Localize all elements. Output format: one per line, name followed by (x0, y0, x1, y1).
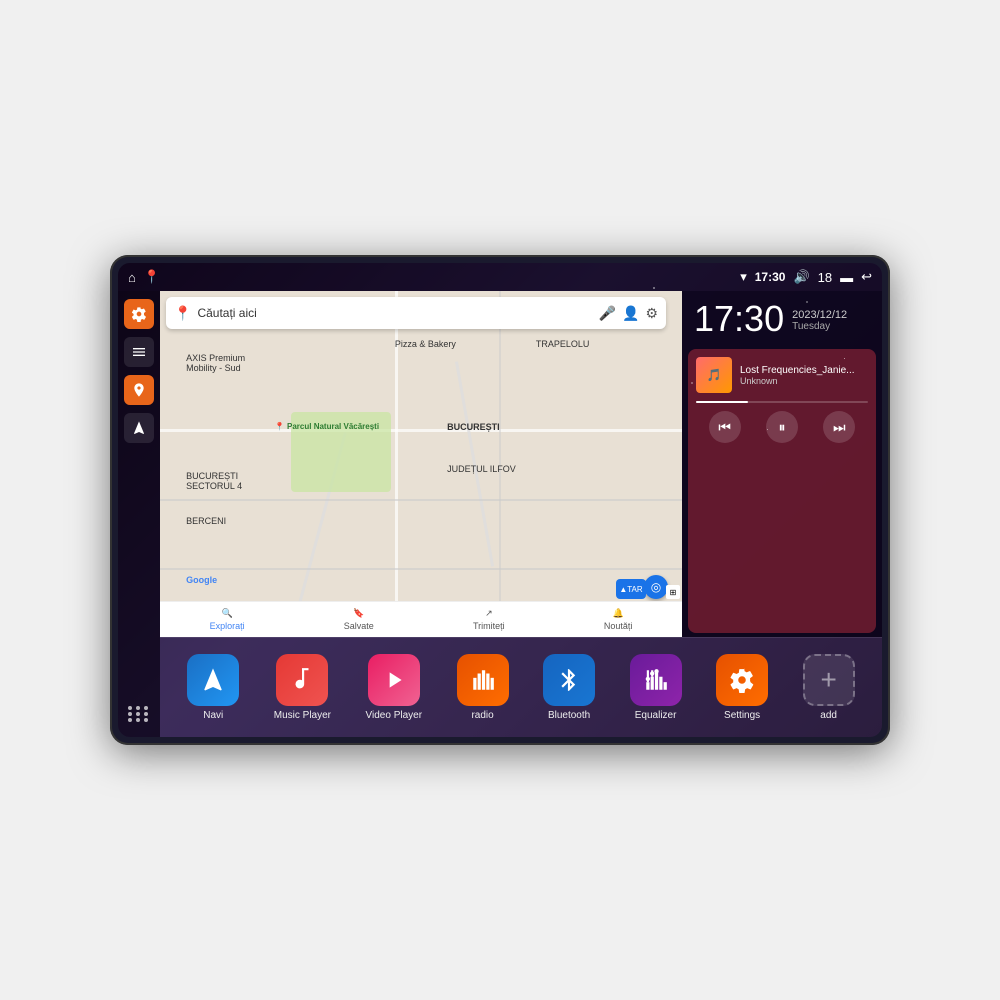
music-artist: Unknown (740, 376, 868, 386)
app-equalizer[interactable]: Equalizer (630, 654, 682, 721)
main-area: AXIS PremiumMobility - Sud Pizza & Baker… (118, 291, 882, 737)
app-radio[interactable]: radio (457, 654, 509, 721)
music-meta: Lost Frequencies_Janie... Unknown (740, 365, 868, 386)
map-label-ilfov: JUDEȚUL ILFOV (447, 464, 516, 474)
radio-label: radio (471, 710, 493, 721)
right-panel: 17:30 2023/12/12 Tuesday 🎵 (682, 291, 882, 637)
main-clock: 17:30 (694, 301, 784, 337)
top-row: AXIS PremiumMobility - Sud Pizza & Baker… (160, 291, 882, 637)
music-info: 🎵 Lost Frequencies_Janie... Unknown (696, 357, 868, 393)
settings-icon (716, 654, 768, 706)
clock-day: Tuesday (792, 321, 847, 332)
map-expand-btn[interactable]: ⊞ (666, 585, 680, 599)
map-send-btn[interactable]: ↗Trimiteți (473, 608, 505, 631)
music-widget: 🎵 Lost Frequencies_Janie... Unknown (688, 349, 876, 633)
volume-icon: 🔊 (793, 269, 809, 285)
app-settings[interactable]: Settings (716, 654, 768, 721)
album-art: 🎵 (696, 357, 732, 393)
app-navi[interactable]: Navi (187, 654, 239, 721)
apps-grid-btn[interactable] (124, 699, 154, 729)
music-player-label: Music Player (274, 710, 331, 721)
sidebar-navi-btn[interactable] (124, 413, 154, 443)
app-music-player[interactable]: Music Player (274, 654, 331, 721)
wifi-icon: ▾ (740, 269, 747, 285)
navi-label: Navi (203, 710, 223, 721)
clock-date: 2023/12/12 (792, 309, 847, 321)
bluetooth-icon (543, 654, 595, 706)
map-container[interactable]: AXIS PremiumMobility - Sud Pizza & Baker… (160, 291, 682, 637)
status-left-icons: ⌂ 📍 (128, 269, 160, 285)
clock-widget: 17:30 2023/12/12 Tuesday (682, 291, 882, 345)
music-progress-fill (696, 401, 748, 403)
map-label-pizza: Pizza & Bakery (395, 339, 456, 349)
video-player-label: Video Player (366, 710, 423, 721)
radio-icon (457, 654, 509, 706)
map-news-btn[interactable]: 🔔Noutăți (604, 608, 633, 631)
music-title: Lost Frequencies_Janie... (740, 365, 868, 376)
status-right-info: ▾ 17:30 🔊 18 ▬ ↩ (740, 269, 872, 285)
account-icon[interactable]: 👤 (622, 305, 639, 322)
settings-label: Settings (724, 710, 760, 721)
menu-icon[interactable]: ⚙ (645, 305, 658, 322)
battery-icon: ▬ (840, 270, 853, 285)
sidebar-location-btn[interactable] (124, 375, 154, 405)
app-bluetooth[interactable]: Bluetooth (543, 654, 595, 721)
map-bottom-bar: 🔍Explorați 🔖Salvate ↗Trimiteți 🔔Noutăți (160, 601, 682, 637)
app-add[interactable]: + add (803, 654, 855, 721)
my-location-btn[interactable]: ◎ (644, 575, 668, 599)
sidebar-files-btn[interactable] (124, 337, 154, 367)
equalizer-label: Equalizer (635, 710, 677, 721)
app-video-player[interactable]: Video Player (366, 654, 423, 721)
car-head-unit: ⌂ 📍 ▾ 17:30 🔊 18 ▬ ↩ (110, 255, 890, 745)
content-area: AXIS PremiumMobility - Sud Pizza & Baker… (160, 291, 882, 737)
map-search-text: Căutați aici (197, 306, 592, 320)
sidebar (118, 291, 160, 737)
map-search-bar[interactable]: 📍 Căutați aici 🎤 👤 ⚙ (166, 297, 666, 329)
equalizer-icon (630, 654, 682, 706)
map-label-sector: BUCUREȘTISECTORUL 4 (186, 471, 242, 491)
voice-search-icon[interactable]: 🎤 (599, 305, 616, 322)
clock-display: 17:30 (755, 270, 786, 284)
home-icon[interactable]: ⌂ (128, 270, 136, 285)
map-label-park: 📍 Parcul Natural Văcărești (275, 422, 379, 431)
maps-status-icon[interactable]: 📍 (144, 269, 160, 285)
add-icon: + (803, 654, 855, 706)
next-track-btn[interactable]: ⏭ (823, 411, 855, 443)
music-player-icon (276, 654, 328, 706)
map-background: AXIS PremiumMobility - Sud Pizza & Baker… (160, 291, 682, 637)
music-controls: ⏮ ⏸ ⏭ (696, 411, 868, 443)
navi-icon (187, 654, 239, 706)
app-bar: Navi Music Player Video Player (160, 637, 882, 737)
google-maps-pin-icon: 📍 (174, 305, 191, 322)
battery-level: 18 (818, 270, 832, 285)
map-label-trape: TRAPELOLU (536, 339, 590, 349)
status-bar: ⌂ 📍 ▾ 17:30 🔊 18 ▬ ↩ (118, 263, 882, 291)
prev-track-btn[interactable]: ⏮ (709, 411, 741, 443)
map-label-axis: AXIS PremiumMobility - Sud (186, 353, 245, 373)
sidebar-settings-btn[interactable] (124, 299, 154, 329)
back-icon[interactable]: ↩ (861, 269, 872, 285)
start-nav-btn[interactable]: ▲TAR (616, 579, 646, 599)
music-progress-track[interactable] (696, 401, 868, 403)
map-explore-btn[interactable]: 🔍Explorați (210, 608, 245, 631)
play-pause-btn[interactable]: ⏸ (766, 411, 798, 443)
video-player-icon (368, 654, 420, 706)
map-saved-btn[interactable]: 🔖Salvate (344, 608, 374, 631)
bluetooth-label: Bluetooth (548, 710, 590, 721)
screen: ⌂ 📍 ▾ 17:30 🔊 18 ▬ ↩ (118, 263, 882, 737)
add-label: add (820, 710, 837, 721)
map-label-berceni: BERCENI (186, 516, 226, 526)
map-label-buc: BUCUREȘTI (447, 422, 500, 432)
map-label-google: Google (186, 575, 217, 585)
